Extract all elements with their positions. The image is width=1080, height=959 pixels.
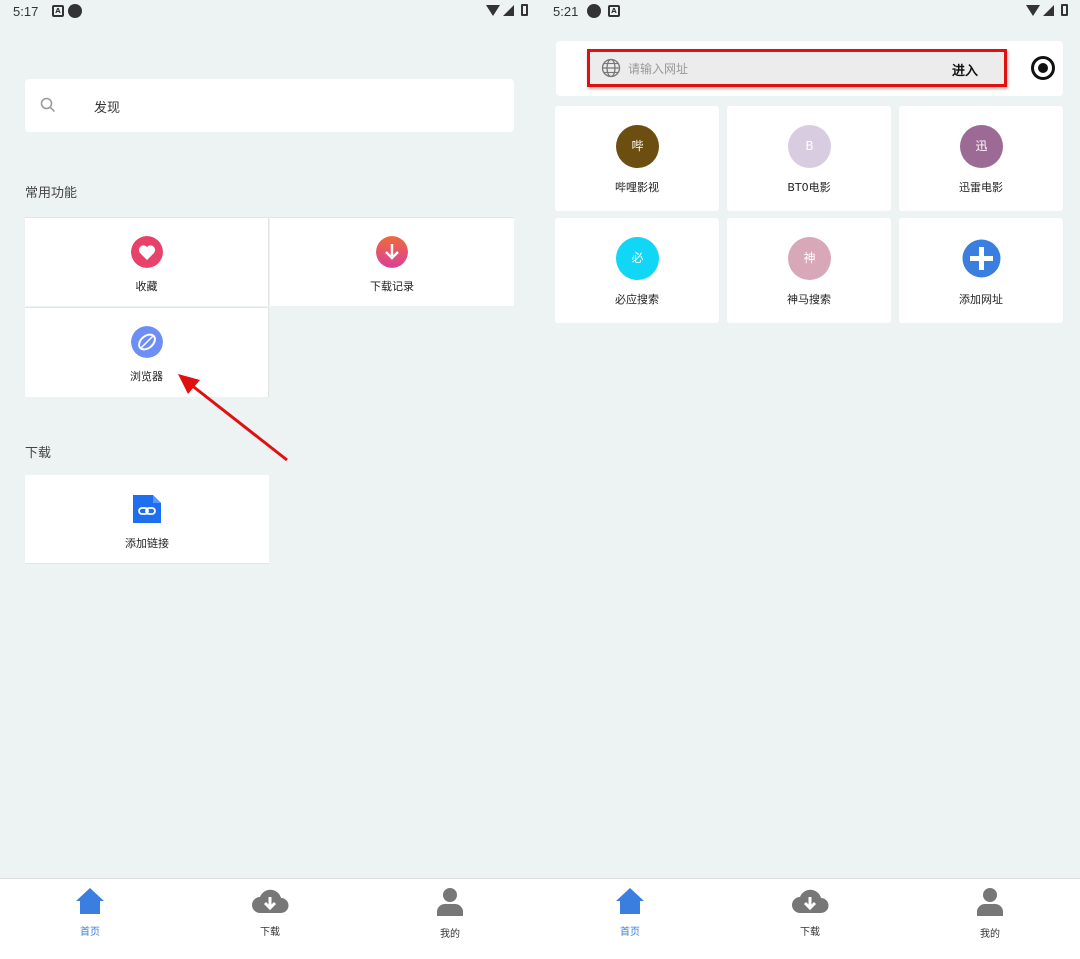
site-label: 哔哩影视 xyxy=(615,181,659,194)
leaf-browser-icon xyxy=(130,326,163,358)
site-card-add-url[interactable]: 添加网址 xyxy=(899,218,1063,323)
site-label: BT0电影 xyxy=(787,181,831,194)
nav-label: 我的 xyxy=(440,929,460,940)
grid-item-favorites[interactable]: 收藏 xyxy=(25,217,269,306)
site-avatar: B xyxy=(788,125,831,168)
site-card-bilibili[interactable]: 哔 哔哩影视 xyxy=(555,106,719,211)
section-title-download: 下载 xyxy=(25,446,52,461)
link-file-icon xyxy=(133,495,161,523)
cloud-download-icon xyxy=(792,889,829,913)
site-card-shenma[interactable]: 神 神马搜索 xyxy=(727,218,891,323)
discover-search-bar[interactable]: 发现 xyxy=(25,79,514,132)
grid-item-download-history[interactable]: 下载记录 xyxy=(270,217,514,306)
signal-icon xyxy=(1043,4,1054,16)
site-label: 神马搜索 xyxy=(787,293,831,306)
status-time: 5:21 xyxy=(553,4,579,19)
status-bar: 5:17 A xyxy=(0,0,540,24)
nav-download[interactable]: 下载 xyxy=(770,887,850,938)
person-icon xyxy=(977,888,1003,916)
grid-item-add-link[interactable]: 添加链接 xyxy=(25,475,269,564)
right-screen: 5:21 A 请输入网址 进入 哔 哔哩影视 B BT0电影 迅 迅雷电影 必 … xyxy=(540,0,1080,959)
download-arrow-icon xyxy=(376,236,408,268)
nav-label: 我的 xyxy=(980,929,1000,940)
nav-download[interactable]: 下载 xyxy=(230,887,310,938)
url-bar: 请输入网址 进入 xyxy=(556,41,1063,96)
status-time: 5:17 xyxy=(13,4,39,19)
site-avatar: 哔 xyxy=(616,125,659,168)
notification-dot-icon xyxy=(587,4,601,18)
grid-item-label: 添加链接 xyxy=(125,537,169,550)
notification-a-icon: A xyxy=(52,5,64,17)
nav-label: 下载 xyxy=(260,927,280,938)
section-title-common: 常用功能 xyxy=(25,186,78,201)
site-card-bt0[interactable]: B BT0电影 xyxy=(727,106,891,211)
home-icon xyxy=(76,888,104,914)
globe-icon xyxy=(601,58,621,78)
grid-item-label: 收藏 xyxy=(135,280,158,293)
site-card-bing[interactable]: 必 必应搜索 xyxy=(555,218,719,323)
wifi-icon xyxy=(1026,4,1040,16)
record-button[interactable] xyxy=(1031,56,1055,80)
nav-label: 下载 xyxy=(800,927,820,938)
notification-dot-icon xyxy=(68,4,82,18)
wifi-icon xyxy=(486,4,500,16)
home-icon xyxy=(616,888,644,914)
left-screen: 5:17 A 发现 常用功能 收藏 下载记录 浏览器 下载 添加链接 首页 下载… xyxy=(0,0,540,959)
nav-home[interactable]: 首页 xyxy=(590,887,670,938)
battery-icon xyxy=(1061,4,1068,16)
site-label: 添加网址 xyxy=(959,293,1003,306)
nav-label: 首页 xyxy=(80,927,100,938)
site-avatar: 必 xyxy=(616,237,659,280)
site-label: 必应搜索 xyxy=(615,293,659,306)
bottom-nav: 首页 下载 我的 xyxy=(0,878,540,959)
status-bar: 5:21 A xyxy=(540,0,1080,24)
go-button[interactable]: 进入 xyxy=(952,60,978,79)
nav-profile[interactable]: 我的 xyxy=(950,887,1030,940)
plus-circle-icon xyxy=(962,239,1001,278)
battery-icon xyxy=(521,4,528,16)
site-card-xunlei[interactable]: 迅 迅雷电影 xyxy=(899,106,1063,211)
site-label: 迅雷电影 xyxy=(959,181,1003,194)
heart-icon xyxy=(130,236,163,268)
site-avatar: 迅 xyxy=(960,125,1003,168)
site-avatar: 神 xyxy=(788,237,831,280)
person-icon xyxy=(437,888,463,916)
bottom-nav: 首页 下载 我的 xyxy=(540,878,1080,959)
nav-profile[interactable]: 我的 xyxy=(410,887,490,940)
annotation-arrow xyxy=(178,374,288,462)
search-label: 发现 xyxy=(94,101,121,116)
nav-label: 首页 xyxy=(620,927,640,938)
notification-a-icon: A xyxy=(608,5,620,17)
signal-icon xyxy=(503,4,514,16)
nav-home[interactable]: 首页 xyxy=(50,887,130,938)
url-input[interactable]: 请输入网址 进入 xyxy=(587,49,1007,87)
url-placeholder: 请输入网址 xyxy=(628,62,689,76)
grid-item-label: 下载记录 xyxy=(370,280,414,293)
search-icon xyxy=(40,97,56,113)
cloud-download-icon xyxy=(252,889,289,913)
